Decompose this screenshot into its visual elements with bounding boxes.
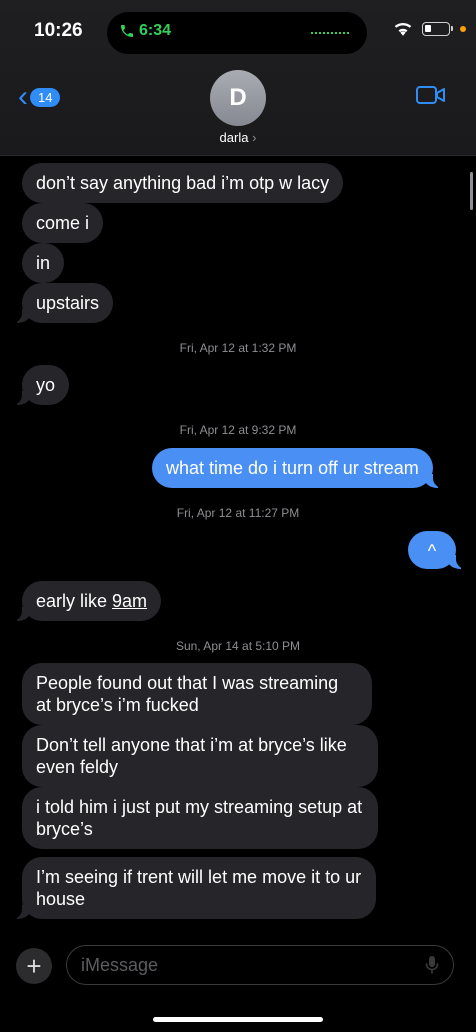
add-attachment-button[interactable]: +	[16, 948, 52, 984]
microphone-icon[interactable]	[425, 955, 439, 975]
timestamp-date: Fri, Apr 12	[176, 506, 233, 520]
active-call-indicator[interactable]: 6:34	[119, 22, 171, 40]
timestamp-date: Fri, Apr 12	[179, 341, 235, 355]
audio-waveform-icon	[311, 32, 351, 34]
video-camera-icon	[416, 86, 445, 104]
facetime-video-button[interactable]	[416, 84, 446, 111]
timestamp-date: Fri, Apr 12	[179, 423, 235, 437]
timestamp-time: at 1:32 PM	[238, 341, 297, 355]
timestamp-time: at 5:10 PM	[242, 639, 301, 653]
message-bubble-sent[interactable]: what time do i turn off ur stream	[152, 448, 443, 488]
message-bubble-sent[interactable]: ^	[408, 531, 466, 569]
message-bubble-received[interactable]: early like 9am	[11, 581, 162, 621]
unread-count-badge: 14	[30, 87, 61, 107]
contact-name: darla	[219, 130, 249, 145]
contact-avatar[interactable]: D	[210, 70, 266, 126]
message-text: early like	[36, 591, 113, 611]
timestamp-time: at 11:27 PM	[235, 506, 300, 520]
back-button[interactable]: ‹ 14	[18, 80, 61, 113]
chevron-left-icon: ‹	[18, 80, 28, 113]
chevron-right-icon: ›	[252, 130, 257, 145]
message-bubble-received[interactable]: People found out that I was streaming at…	[22, 663, 372, 725]
timestamp-time: at 9:32 PM	[238, 423, 297, 437]
timestamp: Fri, Apr 12 at 9:32 PM	[0, 423, 476, 437]
phone-icon	[121, 25, 133, 37]
timestamp: Sun, Apr 14 at 5:10 PM	[0, 639, 476, 653]
timestamp-date: Sun, Apr 14	[175, 639, 239, 653]
call-duration: 6:34	[139, 22, 172, 39]
message-bubble-received[interactable]: yo	[11, 365, 70, 405]
message-bubble-received[interactable]: come i	[22, 203, 104, 243]
message-bubble-received[interactable]: Don’t tell anyone that i’m at bryce’s li…	[22, 725, 378, 787]
status-icons	[394, 22, 466, 36]
status-time: 10:26	[34, 20, 83, 41]
timestamp: Fri, Apr 12 at 11:27 PM	[0, 506, 476, 520]
message-bubble-received[interactable]: don’t say anything bad i’m otp w lacy	[22, 163, 344, 203]
dynamic-island[interactable]: 6:34	[107, 12, 367, 54]
scrollbar[interactable]	[470, 172, 473, 210]
timestamp: Fri, Apr 12 at 1:32 PM	[0, 341, 476, 355]
battery-icon	[422, 22, 453, 36]
conversation-header: 10:26 6:34 ‹ 14 D darla ›	[0, 0, 476, 156]
message-input[interactable]: iMessage	[66, 945, 454, 985]
message-bubble-received[interactable]: in	[22, 243, 65, 283]
message-input-placeholder: iMessage	[81, 954, 159, 975]
message-bubble-received[interactable]: upstairs	[11, 283, 114, 323]
contact-name-button[interactable]: darla ›	[0, 130, 476, 145]
message-bubble-received[interactable]: i told him i just put my streaming setup…	[22, 787, 378, 849]
time-link[interactable]: 9am	[112, 591, 147, 611]
home-indicator[interactable]	[153, 1017, 323, 1022]
wifi-icon	[394, 22, 412, 36]
privacy-indicator-dot	[460, 26, 466, 32]
message-bubble-received[interactable]: I’m seeing if trent will let me move it …	[12, 857, 376, 919]
